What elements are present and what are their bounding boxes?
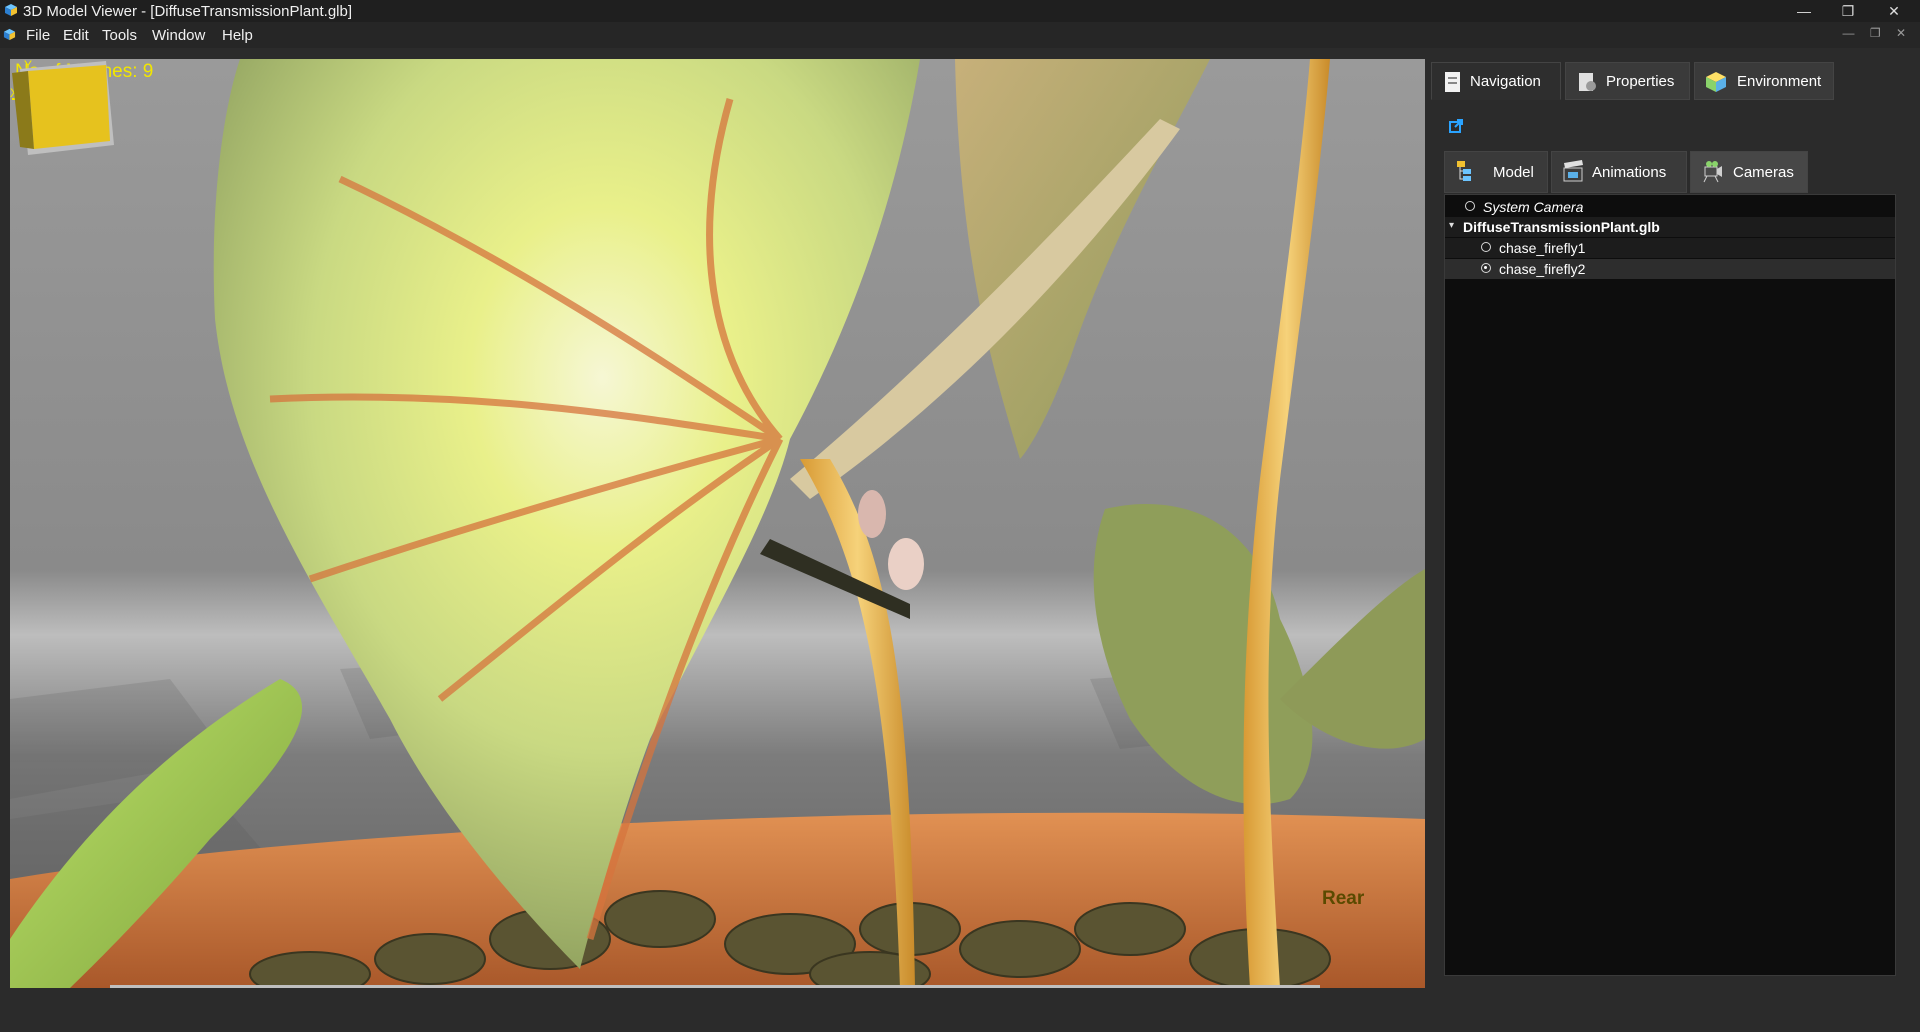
restore-button[interactable]: ❐ (1826, 0, 1870, 22)
menu-bar: File Edit Tools Window Help — ❐ ✕ (0, 22, 1920, 48)
tab-environment[interactable]: Environment (1694, 62, 1834, 100)
model-node-label: DiffuseTransmissionPlant.glb (1463, 219, 1660, 235)
scene-render (10, 59, 1425, 988)
app-cube-icon (5, 4, 17, 16)
menu-help[interactable]: Help (222, 27, 253, 44)
menu-file[interactable]: File (26, 27, 50, 44)
tree-row-model-node[interactable]: ▾ DiffuseTransmissionPlant.glb (1445, 217, 1895, 237)
tree-row-system-camera[interactable]: System Camera (1445, 197, 1895, 217)
clapperboard-icon (1563, 160, 1583, 182)
window-title: 3D Model Viewer - [DiffuseTransmissionPl… (23, 3, 353, 20)
tab-environment-label: Environment (1737, 73, 1822, 90)
environment-icon (1706, 72, 1726, 92)
tree-row-camera-2[interactable]: chase_firefly2 (1445, 259, 1895, 279)
tab-properties-label: Properties (1606, 73, 1675, 90)
tab-navigation[interactable]: Navigation (1431, 62, 1561, 100)
camera-tree: System Camera ▾ DiffuseTransmissionPlant… (1444, 194, 1896, 976)
camera-1-radio[interactable] (1481, 242, 1491, 252)
model-tree-icon (1457, 161, 1471, 181)
menu-window[interactable]: Window (152, 27, 205, 44)
side-panel: Navigation Properties Environment Model (1430, 59, 1912, 988)
camera-icon (1703, 161, 1722, 183)
tree-row-camera-1[interactable]: chase_firefly1 (1445, 238, 1895, 258)
subtab-animations-label: Animations (1592, 164, 1667, 181)
document-icon (1445, 72, 1460, 92)
tab-properties[interactable]: Properties (1565, 62, 1690, 100)
view-cube-face-label: Rear (1322, 888, 1365, 909)
camera-2-label: chase_firefly2 (1499, 261, 1586, 277)
subtab-cameras-label: Cameras (1733, 164, 1794, 181)
subtab-model[interactable]: Model (1444, 151, 1548, 193)
title-bar: 3D Model Viewer - [DiffuseTransmissionPl… (0, 0, 1920, 22)
system-camera-label: System Camera (1483, 199, 1584, 215)
tab-navigation-label: Navigation (1470, 73, 1541, 90)
camera-2-radio[interactable] (1481, 263, 1491, 273)
popout-icon[interactable] (1449, 119, 1463, 133)
properties-icon (1579, 73, 1596, 91)
minimize-button[interactable]: — (1782, 0, 1826, 22)
camera-1-label: chase_firefly1 (1499, 240, 1586, 256)
menu-tools[interactable]: Tools (102, 27, 137, 44)
subtab-cameras[interactable]: Cameras (1690, 151, 1808, 193)
view-cube[interactable] (10, 59, 120, 159)
collapse-arrow-icon[interactable]: ▾ (1449, 220, 1454, 231)
document-window-controls[interactable]: — ❐ ✕ (1843, 26, 1912, 40)
close-button[interactable]: ✕ (1872, 0, 1916, 22)
menu-edit[interactable]: Edit (63, 27, 89, 44)
subtab-animations[interactable]: Animations (1551, 151, 1687, 193)
subtab-model-label: Model (1493, 164, 1534, 181)
document-cube-icon (3, 28, 16, 41)
system-camera-radio[interactable] (1465, 201, 1475, 211)
3d-viewport[interactable]: No of Meshes: 9 Y X Z Rear (10, 59, 1425, 988)
